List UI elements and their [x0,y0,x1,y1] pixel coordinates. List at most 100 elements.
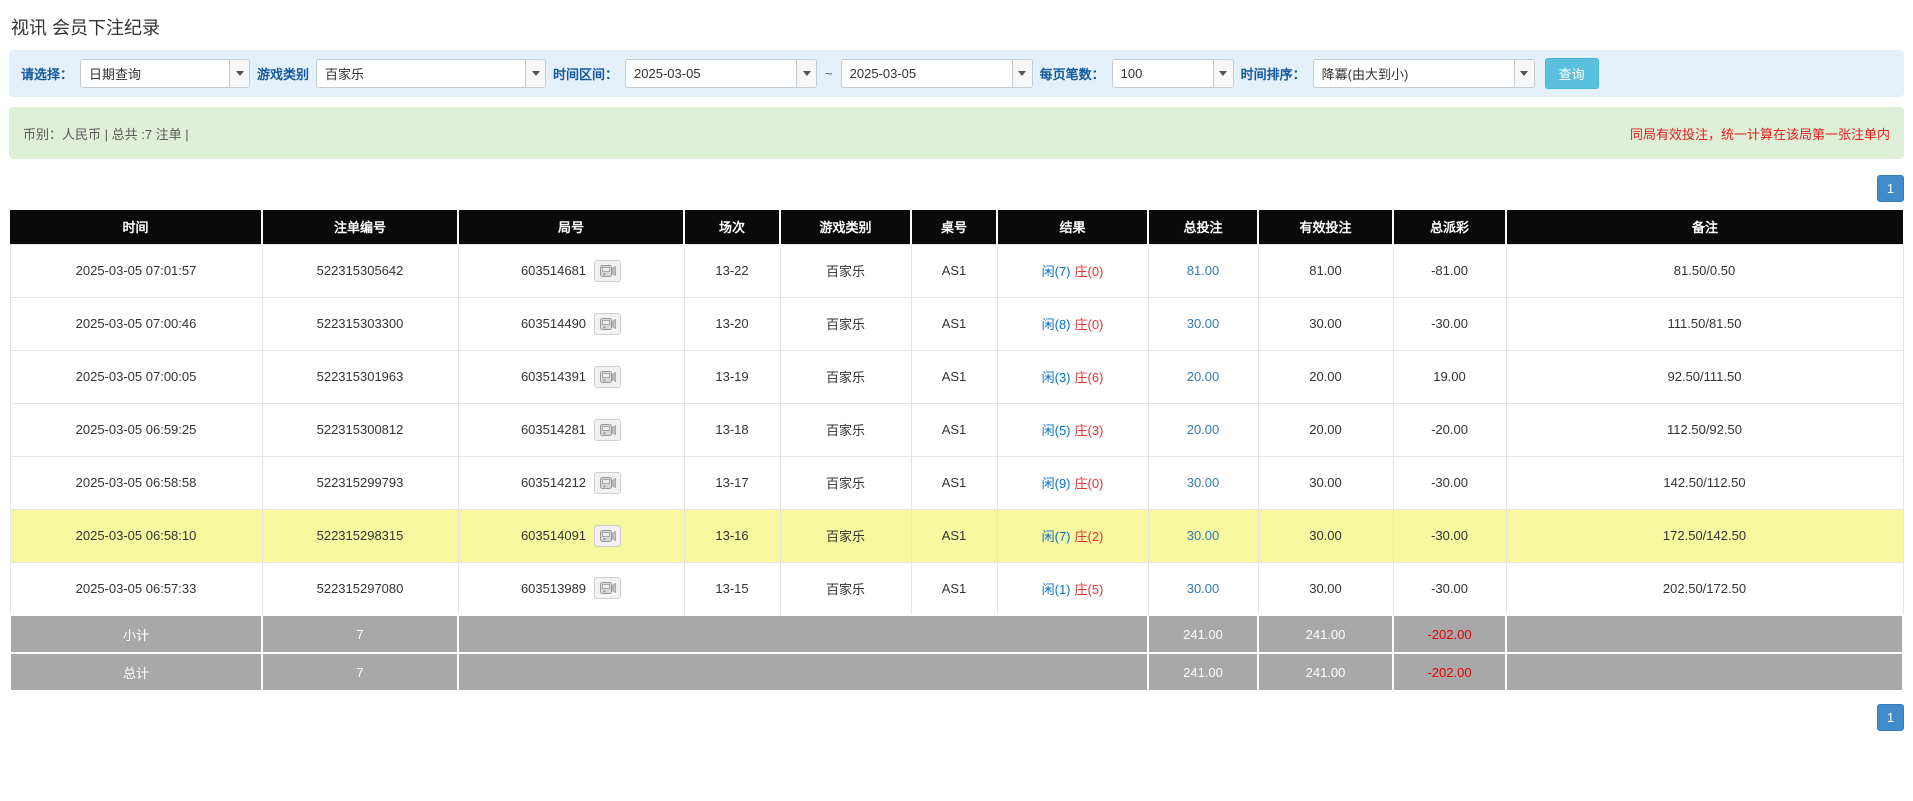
page-1-button[interactable]: 1 [1877,704,1904,731]
cell-time: 2025-03-05 06:59:25 [10,403,262,456]
cell-valid-bet: 30.00 [1258,562,1393,615]
column-header-7: 总投注 [1148,210,1258,244]
total-bet-link[interactable]: 30.00 [1187,528,1220,543]
date-from-picker[interactable]: 2025-03-05 [625,59,817,88]
cell-session: 13-15 [684,562,780,615]
cell-remark: 172.50/142.50 [1506,509,1903,562]
summary-payout: -202.00 [1393,615,1506,653]
cell-session: 13-16 [684,509,780,562]
cell-game-type: 百家乐 [780,456,911,509]
summary-spacer [458,653,1148,691]
chevron-down-icon[interactable] [1514,60,1534,87]
result-player: 闲(8) [1042,317,1071,332]
cell-game-type: 百家乐 [780,509,911,562]
video-replay-icon[interactable] [594,366,621,388]
currency-total-text: 币别：人民币 | 总共 :7 注单 | [23,124,189,143]
summary-row: 总计 7 241.00 241.00 -202.00 [10,653,1903,691]
cell-round: 603513989 [458,562,684,615]
column-header-3: 场次 [684,210,780,244]
result-banker: 庄(6) [1075,370,1104,385]
chevron-down-icon[interactable] [1213,60,1233,87]
cell-round: 603514281 [458,403,684,456]
table-body: 2025-03-05 07:01:57 522315305642 6035146… [10,244,1903,691]
video-replay-icon[interactable] [594,313,621,335]
table-row: 2025-03-05 07:00:46 522315303300 6035144… [10,297,1903,350]
summary-count: 7 [262,653,458,691]
table-row: 2025-03-05 07:01:57 522315305642 6035146… [10,244,1903,297]
sort-combobox[interactable]: 降冪(由大到小) [1313,59,1535,88]
cell-session: 13-19 [684,350,780,403]
time-range-label: 时间区间： [553,64,618,83]
valid-bet-notice: 同局有效投注，统一计算在该局第一张注单内 [1630,124,1890,143]
table-row: 2025-03-05 06:58:10 522315298315 6035140… [10,509,1903,562]
total-bet-link[interactable]: 81.00 [1187,263,1220,278]
result-player: 闲(3) [1042,370,1071,385]
cell-payout: -20.00 [1393,403,1506,456]
round-id: 603513989 [521,581,586,596]
summary-spacer [458,615,1148,653]
round-id: 603514212 [521,475,586,490]
page-title: 视讯 会员下注纪录 [9,0,1904,50]
query-button[interactable]: 查询 [1545,58,1599,89]
result-banker: 庄(0) [1075,476,1104,491]
total-bet-link[interactable]: 30.00 [1187,475,1220,490]
video-replay-icon[interactable] [594,260,621,282]
video-replay-icon[interactable] [594,419,621,441]
game-type-value: 百家乐 [317,60,525,87]
video-replay-icon[interactable] [594,525,621,547]
select-type-value: 日期查询 [81,60,229,87]
video-replay-icon[interactable] [594,577,621,599]
pagination-bottom: 1 [9,704,1904,731]
summary-count: 7 [262,615,458,653]
cell-remark: 111.50/81.50 [1506,297,1903,350]
chevron-down-icon[interactable] [525,60,545,87]
cell-total-bet: 30.00 [1148,456,1258,509]
table-row: 2025-03-05 06:59:25 522315300812 6035142… [10,403,1903,456]
cell-payout: -30.00 [1393,562,1506,615]
round-id: 603514091 [521,528,586,543]
summary-valid-bet: 241.00 [1258,615,1393,653]
total-bet-link[interactable]: 20.00 [1187,422,1220,437]
summary-bar: 币别：人民币 | 总共 :7 注单 | 同局有效投注，统一计算在该局第一张注单内 [9,107,1904,159]
total-bet-link[interactable]: 30.00 [1187,316,1220,331]
cell-session: 13-20 [684,297,780,350]
cell-payout: -30.00 [1393,509,1506,562]
chevron-down-icon[interactable] [1012,60,1032,87]
page: 视讯 会员下注纪录 请选择： 日期查询 游戏类别 百家乐 时间区间： 2025-… [0,0,1913,801]
page-1-button[interactable]: 1 [1877,175,1904,202]
per-page-value: 100 [1113,60,1213,87]
per-page-combobox[interactable]: 100 [1112,59,1234,88]
cell-bet-id: 522315303300 [262,297,458,350]
cell-result: 闲(1)庄(5) [997,562,1148,615]
select-type-combobox[interactable]: 日期查询 [80,59,250,88]
column-header-2: 局号 [458,210,684,244]
round-id: 603514681 [521,263,586,278]
cell-valid-bet: 20.00 [1258,403,1393,456]
table-row: 2025-03-05 07:00:05 522315301963 6035143… [10,350,1903,403]
cell-remark: 81.50/0.50 [1506,244,1903,297]
video-replay-icon[interactable] [594,472,621,494]
column-header-0: 时间 [10,210,262,244]
chevron-down-icon[interactable] [229,60,249,87]
date-to-value: 2025-03-05 [842,60,1012,87]
game-type-combobox[interactable]: 百家乐 [316,59,546,88]
cell-time: 2025-03-05 06:58:10 [10,509,262,562]
cell-result: 闲(7)庄(2) [997,509,1148,562]
chevron-down-icon[interactable] [796,60,816,87]
cell-round: 603514490 [458,297,684,350]
total-bet-link[interactable]: 20.00 [1187,369,1220,384]
pagination-top: 1 [9,175,1904,202]
cell-table-no: AS1 [911,297,997,350]
total-bet-link[interactable]: 30.00 [1187,581,1220,596]
cell-table-no: AS1 [911,509,997,562]
cell-table-no: AS1 [911,350,997,403]
summary-label: 小计 [10,615,262,653]
result-player: 闲(9) [1042,476,1071,491]
cell-valid-bet: 20.00 [1258,350,1393,403]
summary-label: 总计 [10,653,262,691]
cell-total-bet: 81.00 [1148,244,1258,297]
cell-payout: -81.00 [1393,244,1506,297]
date-to-picker[interactable]: 2025-03-05 [841,59,1033,88]
per-page-label: 每页笔数： [1040,64,1105,83]
cell-time: 2025-03-05 06:58:58 [10,456,262,509]
